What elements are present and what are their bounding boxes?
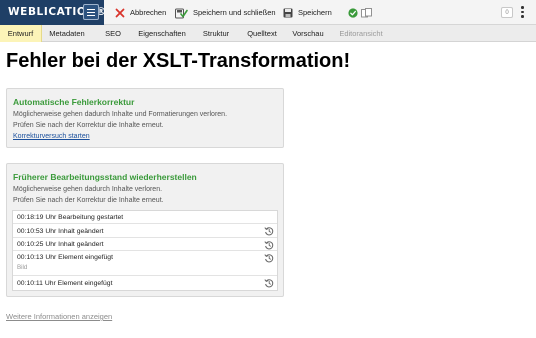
tab-metadaten[interactable]: Metadaten [45,25,89,42]
copy-page-button[interactable] [361,4,378,21]
history-row[interactable]: 00:10:25 Uhr Inhalt geändert [13,238,277,251]
tab-vorschau[interactable]: Vorschau [288,25,328,42]
history-row[interactable]: 00:10:11 Uhr Element eingefügt [13,276,277,290]
history-row-label: 00:10:11 Uhr Element eingefügt [17,280,113,287]
restore-icon[interactable] [264,253,274,263]
cancel-label: Abbrechen [130,8,167,17]
more-options-icon[interactable] [521,6,525,19]
history-row-label: 00:18:19 Uhr Bearbeitung gestartet [17,214,124,221]
save-and-close-label: Speichern und schließen [193,8,276,17]
auto-fix-text-1: Möglicherweise gehen dadurch Inhalte und… [13,111,228,118]
save-button[interactable]: Speichern [283,4,332,21]
history-row[interactable]: 00:10:13 Uhr Element eingefügt Bild [13,251,277,276]
save-and-close-icon [175,8,188,18]
toolbar: WEBLICATION® Abbrechen Speichern und sch… [0,0,536,25]
page-title: Fehler bei der XSLT-Transformation! [6,50,351,72]
restore-title: Früherer Bearbeitungsstand wiederherstel… [13,172,197,182]
history-row[interactable]: 00:10:53 Uhr Inhalt geändert [13,224,277,238]
auto-fix-text-2: Prüfen Sie nach der Korrektur die Inhalt… [13,122,164,129]
check-icon [348,7,358,18]
tab-quelltext[interactable]: Quelltext [242,25,282,42]
restore-text-1: Möglicherweise gehen dadurch Inhalte ver… [13,186,163,193]
restore-icon[interactable] [264,226,274,236]
restore-panel: Früherer Bearbeitungsstand wiederherstel… [6,163,284,297]
tab-bar: Entwurf Metadaten SEO Eigenschaften Stru… [0,25,536,42]
tab-struktur[interactable]: Struktur [196,25,236,42]
save-label: Speichern [298,8,332,17]
app-logo[interactable]: WEBLICATION® [0,0,106,25]
save-and-close-button[interactable]: Speichern und schließen [175,4,276,21]
save-icon [283,8,293,17]
history-row-label: 00:10:53 Uhr Inhalt geändert [17,228,104,235]
restore-icon[interactable] [264,240,274,250]
restore-icon[interactable] [264,278,274,288]
close-icon [115,8,125,17]
history-row-detail: Bild [17,264,28,271]
cancel-button[interactable]: Abbrechen [115,4,166,21]
auto-fix-title: Automatische Fehlerkorrektur [13,97,135,107]
history-row-label: 00:10:25 Uhr Inhalt geändert [17,241,104,248]
restore-text-2: Prüfen Sie nach der Korrektur die Inhalt… [13,197,164,204]
tab-entwurf[interactable]: Entwurf [0,25,42,42]
history-row[interactable]: 00:18:19 Uhr Bearbeitung gestartet [13,211,277,224]
history-list: 00:18:19 Uhr Bearbeitung gestartet 00:10… [12,210,278,291]
more-info-link[interactable]: Weitere Informationen anzeigen [6,312,112,321]
tab-eigenschaften[interactable]: Eigenschaften [134,25,190,42]
notification-counter[interactable]: 0 [501,7,513,18]
start-correction-link[interactable]: Korrekturversuch starten [13,133,90,140]
tab-seo[interactable]: SEO [100,25,126,42]
auto-fix-panel: Automatische Fehlerkorrektur Möglicherwe… [6,88,284,148]
app-menu-icon[interactable] [83,4,99,20]
copy-icon [361,7,372,17]
tab-editoransicht: Editoransicht [339,29,383,38]
history-row-label: 00:10:13 Uhr Element eingefügt [17,254,113,261]
